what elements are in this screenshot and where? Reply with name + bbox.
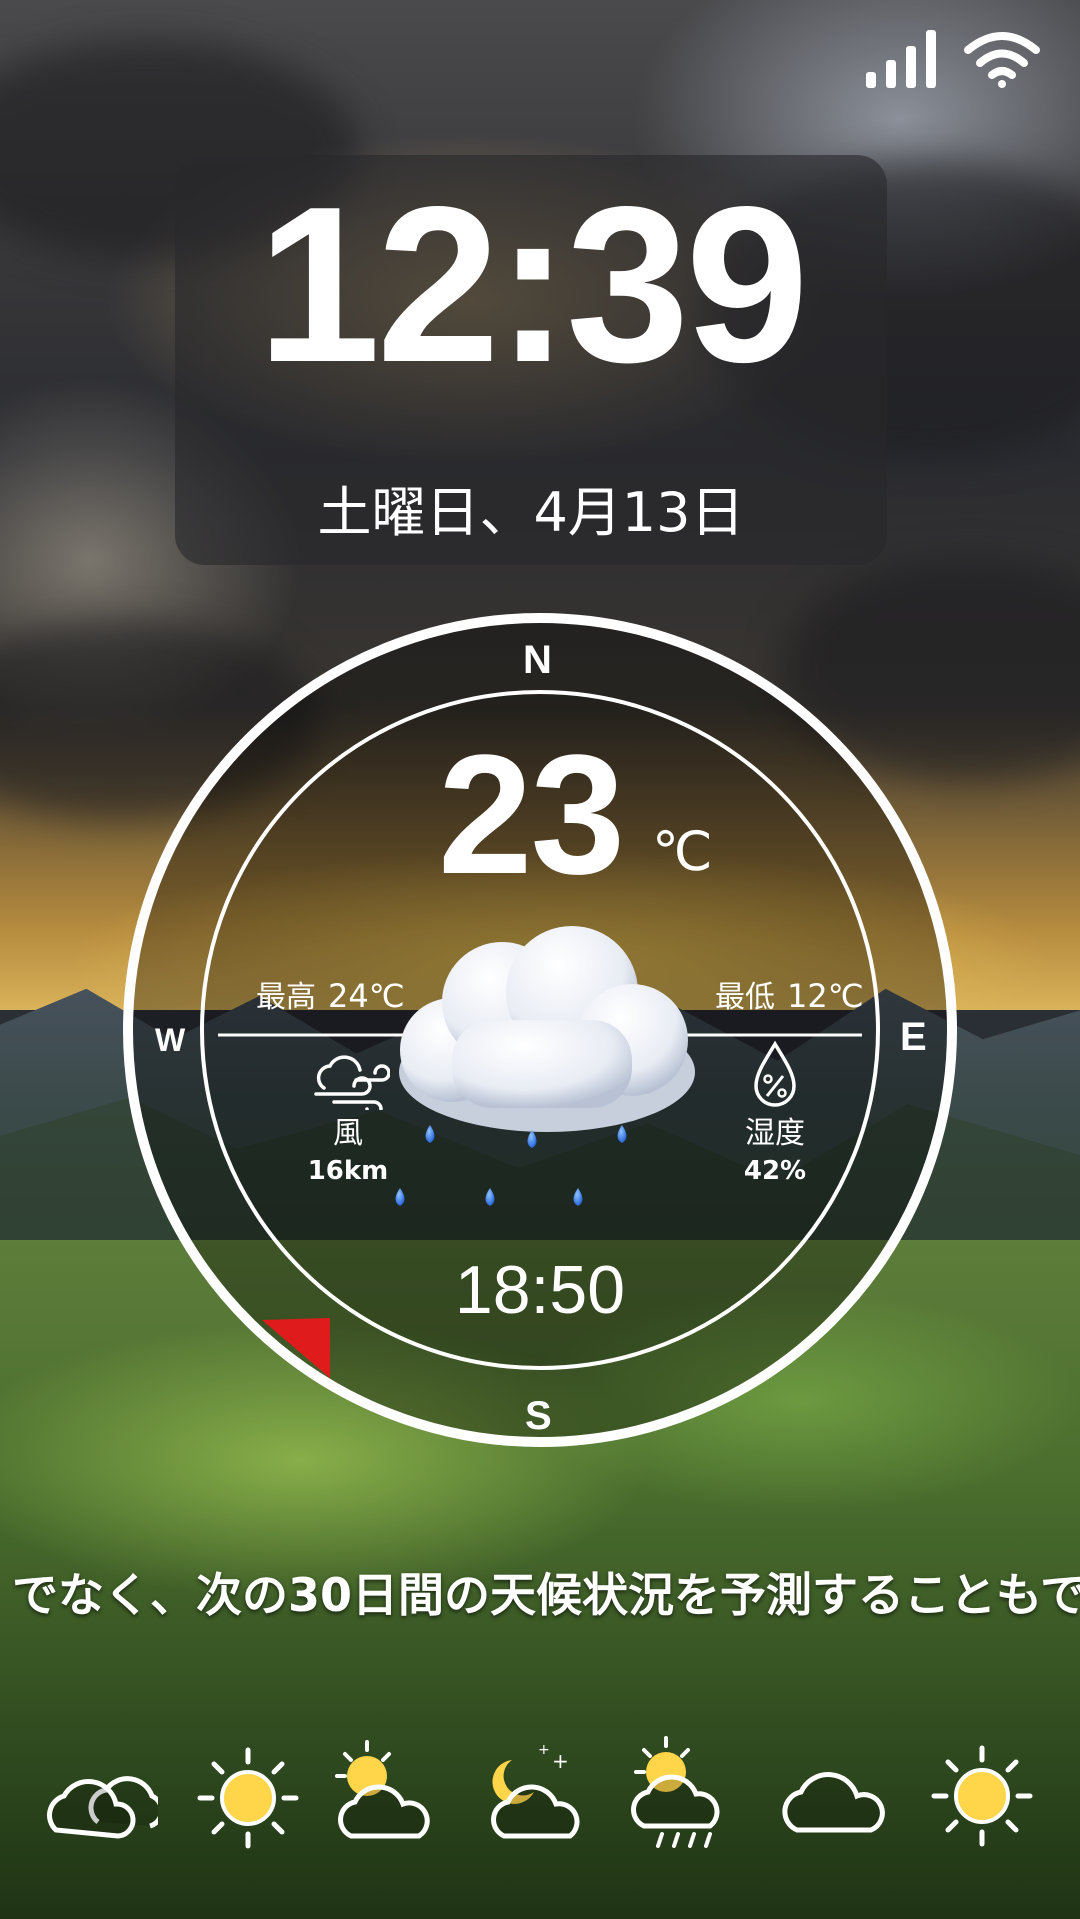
humidity-icon (754, 1040, 796, 1107)
low-temperature: 最低 12℃ (715, 978, 864, 1016)
humidity-value: 42% (743, 1156, 807, 1186)
wind-metric: 風 16km (278, 1050, 418, 1188)
temperature-unit: ℃ (652, 820, 713, 883)
night-partly-cloudy-icon[interactable]: + + (472, 1730, 592, 1860)
wind-label: 風 (333, 1116, 363, 1151)
sunset-time: 18:50 (454, 1252, 626, 1328)
clock-time: 12:39 (257, 161, 809, 409)
ticker-text: でなく、次の30日間の天候状況を予測することもで (12, 1568, 1080, 1622)
rain-cloud-icon (395, 926, 695, 1206)
signal-icon (866, 30, 936, 88)
cloudy-icon[interactable] (38, 1730, 158, 1860)
compass-east-label: E (900, 1015, 927, 1059)
wind-value: 16km (307, 1156, 389, 1186)
low-label: 最低 (715, 980, 775, 1015)
partly-cloudy-icon[interactable] (325, 1730, 445, 1860)
clock-widget[interactable]: 12:39 土曜日、4月13日 (175, 155, 887, 565)
sunny-icon[interactable] (922, 1730, 1042, 1860)
sunny-icon[interactable] (188, 1730, 308, 1860)
clock-date: 土曜日、4月13日 (317, 481, 745, 544)
forecast-row: + + (0, 1730, 1080, 1860)
wifi-icon (964, 32, 1040, 88)
humidity-metric: 湿度 42% (705, 1040, 845, 1188)
marquee-ticker: でなく、次の30日間の天候状況を予測することもで (0, 1560, 1080, 1630)
compass-south-label: S (525, 1394, 552, 1438)
compass-west-label: W (155, 1022, 186, 1058)
humidity-label: 湿度 (745, 1116, 805, 1151)
svg-text:+: + (552, 1749, 569, 1773)
high-label: 最高 (256, 980, 316, 1015)
compass-weather-widget[interactable]: N S E W 23 ℃ 最高 24℃ 最低 12℃ 風 16km 湿度 42%… (120, 610, 960, 1450)
sun-rain-icon[interactable] (622, 1730, 742, 1860)
svg-text:+: + (538, 1742, 550, 1758)
wind-icon (314, 1055, 391, 1118)
compass-north-label: N (523, 638, 552, 682)
current-temperature: 23 (438, 720, 625, 910)
cloud-icon[interactable] (775, 1730, 895, 1860)
low-value: 12℃ (787, 977, 864, 1015)
status-bar (866, 30, 1040, 88)
